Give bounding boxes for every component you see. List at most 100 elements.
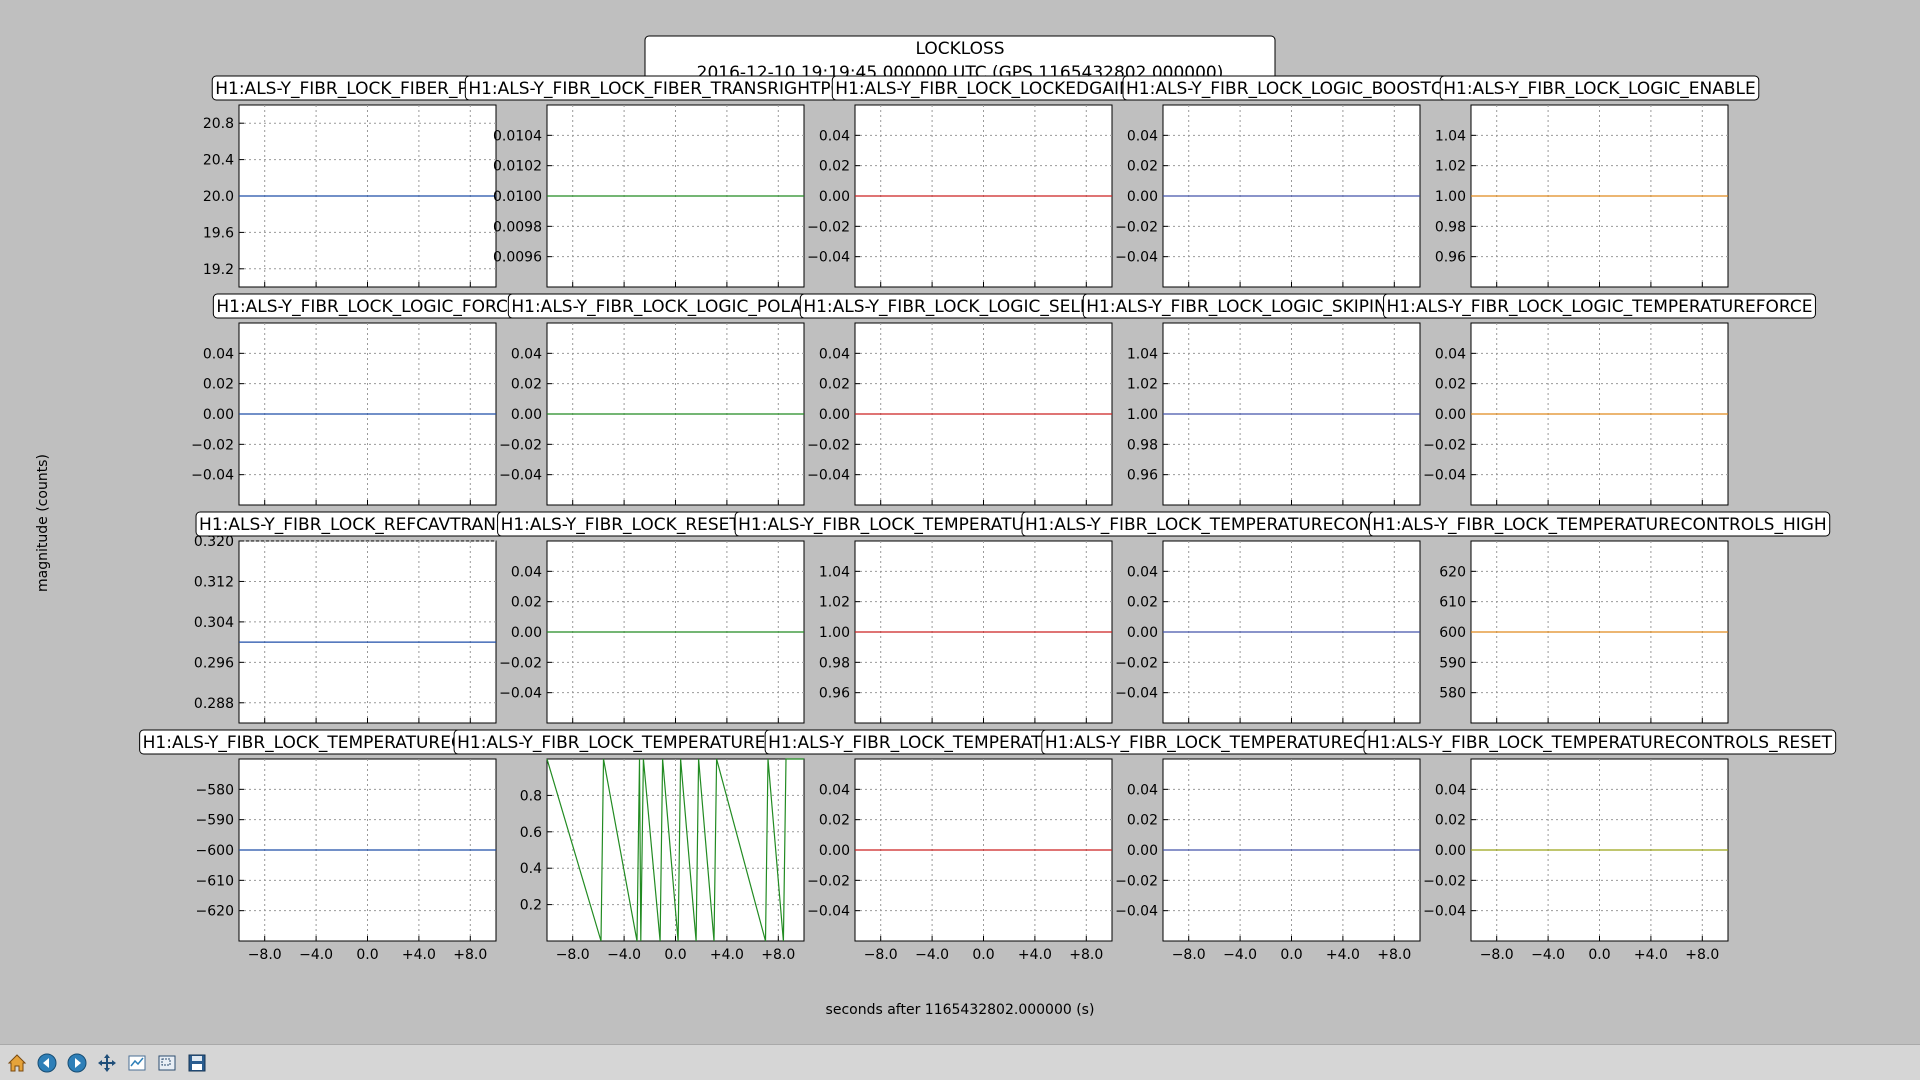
y-tick-label: 0.98 [1435,219,1466,235]
y-tick-label: 0.04 [203,346,234,362]
y-tick-label: 0.02 [203,377,234,393]
x-tick-label: −8.0 [556,947,590,963]
panel-10: −8.0−4.00.0+4.0+8.0−0.04−0.020.000.020.0… [1383,293,1816,527]
zoom-button[interactable] [154,1050,180,1076]
y-tick-label: 1.02 [1127,377,1158,393]
y-tick-label: 0.0098 [493,219,542,235]
y-tick-label: 0.02 [819,813,850,829]
panel-16: −8.0 −4.0 0.0 +4.0 +8.0−620−610−600−590−580H… [139,729,597,963]
panel-8: −8.0−4.00.0+4.0+8.0−0.04−0.020.000.020.0… [799,293,1168,527]
panel-title-text: H1:ALS-Y_FIBR_LOCK_LOGIC_TEMPERATUREFORC… [1387,297,1813,317]
y-tick-label: 0.00 [1127,189,1158,205]
panel-title-text: H1:ALS-Y_FIBR_LOCK_LOGIC_POLARITY [511,297,840,317]
y-tick-label: 0.04 [1435,346,1466,362]
panel-title-text: H1:ALS-Y_FIBR_LOCK_LOGIC_FORCE [216,297,518,317]
y-tick-label: 590 [1439,655,1466,671]
panel-15: −8.0−4.00.0+4.0+8.0580590600610620H1:ALS… [1368,511,1831,745]
y-tick-label: −0.04 [1115,686,1158,702]
y-tick-label: −0.04 [1423,904,1466,920]
y-tick-label: −610 [196,873,234,889]
y-tick-label: 0.02 [819,377,850,393]
y-tick-label: 0.288 [194,696,234,712]
panel-title: H1:ALS-Y_FIBR_LOCK_LOCKEDGAIN [831,75,1136,101]
pan-button[interactable] [94,1050,120,1076]
panel-title: H1:ALS-Y_FIBR_LOCK_LOGIC_FORCE [212,293,523,319]
y-tick-label: 0.02 [1127,813,1158,829]
subplots-button[interactable] [124,1050,150,1076]
panel-5: −8.0−4.00.0+4.0+8.00.960.981.001.021.04H… [1435,75,1760,309]
x-tick-label: +4.0 [402,947,436,963]
x-tick-label: +8.0 [1069,947,1103,963]
y-tick-label: 0.00 [1435,407,1466,423]
y-tick-label: −0.04 [807,250,850,266]
panel-19: −8.0 −4.0 0.0 +4.0 +8.0 −0.04 −0.02 0.00 0.02 0.0… [1041,729,1543,963]
panel-title: H1:ALS-Y_FIBR_LOCK_TEMPERATURECONTROLS_R… [1363,729,1837,755]
x-tick-label: −4.0 [607,947,641,963]
save-button[interactable] [184,1050,210,1076]
y-tick-label: −0.04 [499,686,542,702]
subplots-icon [128,1055,146,1070]
y-tick-label: 1.02 [1435,159,1466,175]
x-tick-label: +8.0 [453,947,487,963]
x-tick-label: −4.0 [1531,947,1565,963]
y-tick-label: 0.02 [819,159,850,175]
x-axis-label: seconds after 1165432802.000000 (s) [826,1002,1095,1018]
y-tick-label: 20.8 [203,116,234,132]
panel-20: −8.0 −4.0 0.0 +4.0 +8.0 −0.04 −0.02 0.00 0.02 0.0… [1363,729,1837,963]
panel-title-text: H1:ALS-Y_FIBR_LOCK_REFCAVTRANSLIM [199,515,536,535]
y-tick-label: 1.00 [819,625,850,641]
y-tick-label: −0.02 [807,219,850,235]
x-tick-label: −4.0 [1223,947,1257,963]
x-tick-label: −8.0 [1172,947,1206,963]
y-tick-label: −0.04 [1115,250,1158,266]
y-tick-label: 1.02 [819,595,850,611]
move-icon [98,1053,116,1072]
x-tick-label: −4.0 [299,947,333,963]
panel-title-text: H1:ALS-Y_FIBR_LOCK_LOGIC_BOOSTON [1126,79,1457,99]
y-tick-label: −580 [196,782,234,798]
home-button[interactable] [4,1050,30,1076]
y-tick-label: −0.04 [807,904,850,920]
y-tick-label: 20.4 [203,153,234,169]
x-tick-label: −4.0 [915,947,949,963]
y-tick-label: 1.04 [819,564,850,580]
x-tick-label: +4.0 [1018,947,1052,963]
y-tick-label: 0.2 [520,898,542,914]
y-tick-label: 0.04 [819,128,850,144]
forward-button[interactable] [64,1050,90,1076]
panel-title-text: H1:ALS-Y_FIBR_LOCK_LOGIC_ENABLE [1443,79,1756,99]
y-tick-label: 19.2 [203,262,234,278]
y-tick-label: 0.00 [203,407,234,423]
panel-3: −8.0−4.00.0+4.0+8.0−0.04−0.020.000.020.0… [807,75,1136,309]
y-tick-label: 0.00 [1127,625,1158,641]
y-tick-label: −0.02 [807,437,850,453]
y-tick-label: 20.0 [203,189,234,205]
x-tick-label: +4.0 [1326,947,1360,963]
panel-title: H1:ALS-Y_FIBR_LOCK_LOGIC_TEMPERATUREFORC… [1383,293,1816,319]
panel-title: H1:ALS-Y_FIBR_LOCK_TEMPERATURECONTROLS_H… [1368,511,1831,537]
y-tick-label: 0.312 [194,574,234,590]
y-tick-label: 620 [1439,564,1466,580]
y-tick-label: −0.02 [1423,873,1466,889]
back-button[interactable] [34,1050,60,1076]
save-icon [188,1054,206,1071]
plot-grid: LOCKLOSS 2016-12-10 19:19:45.000000 UTC … [35,35,1837,1018]
y-tick-label: 0.0102 [493,159,542,175]
y-tick-label: 1.00 [1127,407,1158,423]
y-tick-label: 0.00 [819,407,850,423]
y-tick-label: 0.96 [819,686,850,702]
x-tick-label: +4.0 [710,947,744,963]
y-tick-label: 0.00 [819,189,850,205]
y-tick-label: −0.02 [1115,655,1158,671]
y-tick-label: 0.304 [194,615,234,631]
x-tick-label: −8.0 [1480,947,1514,963]
y-tick-label: −0.02 [191,437,234,453]
y-tick-label: −590 [196,813,234,829]
y-tick-label: 0.6 [520,825,542,841]
panel-11: −8.0−4.00.0+4.0+8.00.2880.2960.3040.3120… [194,511,540,745]
panel-12: −8.0−4.00.0+4.0+8.0−0.04−0.020.000.020.0… [497,511,854,745]
figure-canvas: LOCKLOSS 2016-12-10 19:19:45.000000 UTC … [0,0,1920,1044]
y-tick-label: −0.02 [807,873,850,889]
x-tick-label: 0.0 [1280,947,1302,963]
panel-1: −8.0−4.00.0+4.0+8.019.219.620.020.420.8H… [203,75,524,309]
